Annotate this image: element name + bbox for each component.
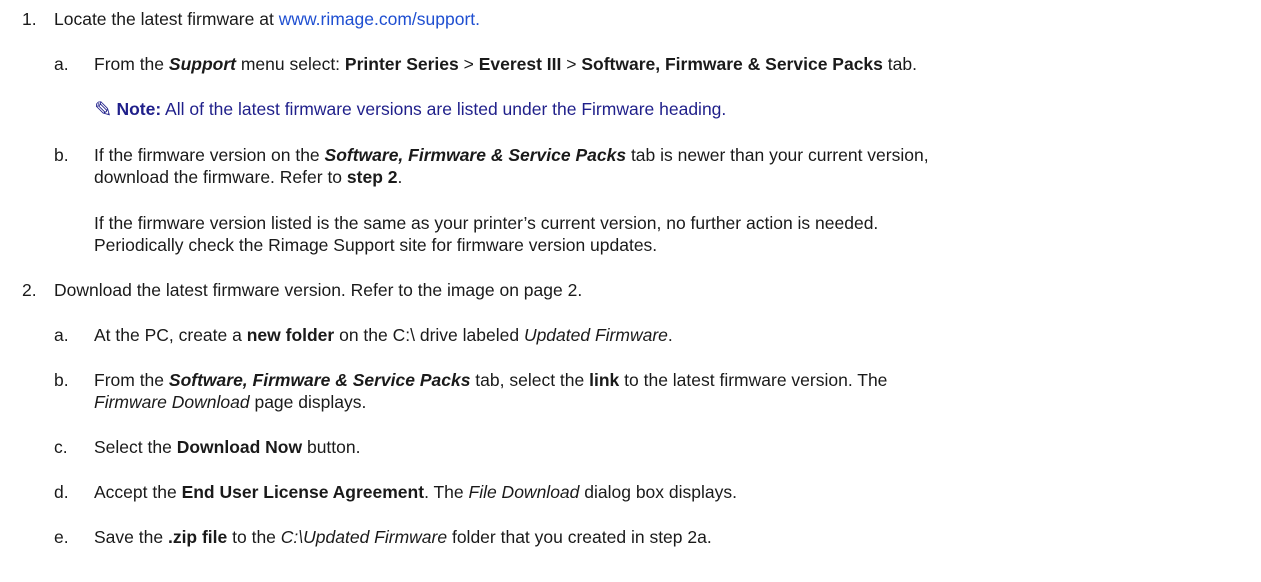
step-1a-label: a. <box>54 54 69 74</box>
pencil-icon: ✎ <box>94 97 113 122</box>
step-1b-para2-line1: If the firmware version listed is the sa… <box>94 213 879 233</box>
step-2b-text-line1: From the Software, Firmware & Service Pa… <box>94 370 888 390</box>
step-2e-text: Save the .zip file to the C:\Updated Fir… <box>94 527 712 547</box>
step-1a-text: From the Support menu select: Printer Se… <box>94 54 917 74</box>
step-1-number: 1. <box>22 9 37 29</box>
step-1b-text-line2: download the firmware. Refer to step 2. <box>94 167 403 187</box>
step-1b-para2-line2: Periodically check the Rimage Support si… <box>94 235 658 255</box>
step-1-text: Locate the latest firmware at www.rimage… <box>54 9 481 29</box>
step-2b-text-line2: Firmware Download page displays. <box>94 392 367 412</box>
step-2a-label: a. <box>54 325 69 345</box>
document-page: 1. Locate the latest firmware at www.rim… <box>0 0 1261 582</box>
support-link[interactable]: www.rimage.com/support. <box>279 9 480 29</box>
step-2e-label: e. <box>54 527 69 547</box>
step-2b-label: b. <box>54 370 69 390</box>
step-2c-label: c. <box>54 437 68 457</box>
step-1b-text-line1: If the firmware version on the Software,… <box>94 145 929 165</box>
step-2d-label: d. <box>54 482 69 502</box>
note-firmware-heading: ✎ Note: All of the latest firmware versio… <box>94 97 727 122</box>
step-2c-text: Select the Download Now button. <box>94 437 361 457</box>
step-2-text: Download the latest firmware version. Re… <box>54 280 583 300</box>
step-2a-text: At the PC, create a new folder on the C:… <box>94 325 673 345</box>
step-2-number: 2. <box>22 280 37 300</box>
step-1b-label: b. <box>54 145 69 165</box>
step-2d-text: Accept the End User License Agreement. T… <box>94 482 737 502</box>
